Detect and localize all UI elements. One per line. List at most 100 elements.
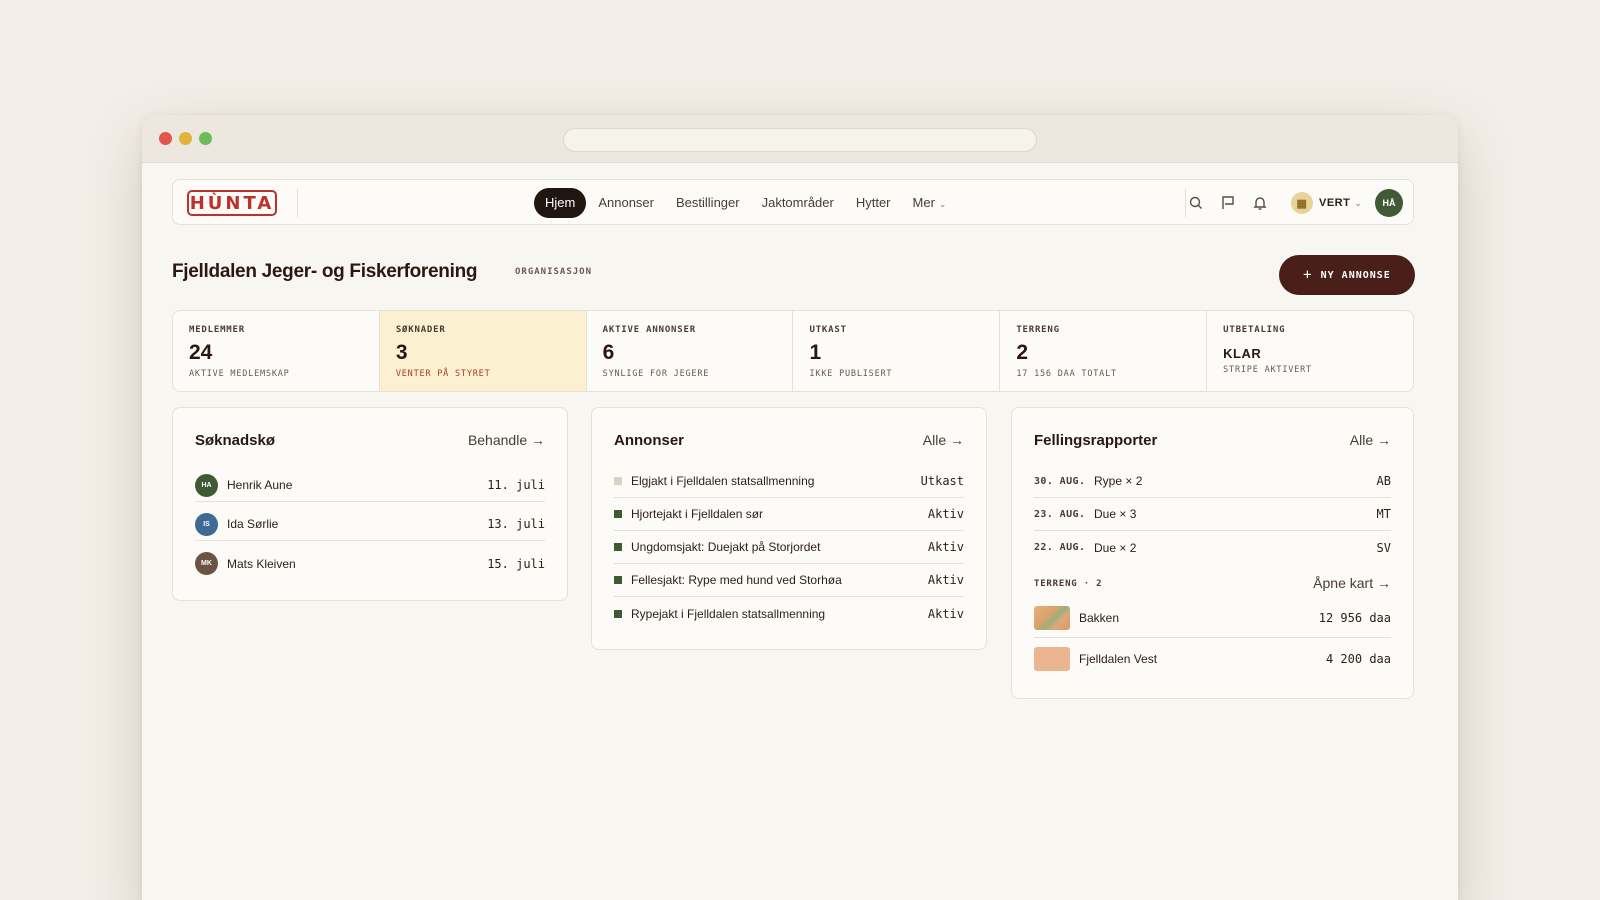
status-dot [614, 477, 622, 485]
report-catch: Rype × 2 [1094, 474, 1143, 488]
all-reports-link[interactable]: Alle → [1350, 432, 1391, 448]
new-listing-label: NY ANNONSE [1320, 269, 1391, 281]
status-badge: Aktiv [927, 540, 964, 554]
stat-label: MEDLEMMER [189, 325, 245, 335]
avatar: IS [195, 512, 218, 536]
stat-label: AKTIVE ANNONSER [602, 325, 696, 335]
terrain-header: TERRENG · 2 Åpne kart → [1034, 575, 1391, 593]
listing-name: Elgjakt i Fjelldalen statsallmenning [631, 474, 815, 488]
report-date: 23. AUG. [1034, 508, 1086, 520]
terrain-name: Bakken [1079, 611, 1120, 625]
all-listings-link[interactable]: Alle → [923, 432, 964, 448]
address-bar[interactable] [563, 128, 1037, 152]
divider [1185, 189, 1186, 217]
nav-item-bestillinger[interactable]: Bestillinger [666, 188, 750, 218]
stat-value: KLAR [1223, 346, 1262, 361]
table-row[interactable]: 30. AUG. Rype × 2 AB [1034, 465, 1391, 498]
reporter-initials: SV [1376, 540, 1391, 555]
report-date: 30. AUG. [1034, 475, 1086, 487]
table-row[interactable]: 22. AUG. Due × 2 SV [1034, 531, 1391, 564]
table-row[interactable]: Ungdomsjakt: Duejakt på Storjordet Aktiv [614, 531, 964, 564]
report-catch: Due × 3 [1094, 507, 1137, 521]
card-header: Fellingsrapporter Alle → [1034, 432, 1391, 452]
application-date: 15. juli [487, 556, 545, 571]
user-avatar[interactable]: HÅ [1375, 189, 1403, 217]
stat-drafts[interactable]: UTKAST 1 IKKE PUBLISERT [793, 311, 1001, 391]
maximize-window-button[interactable] [199, 132, 212, 145]
listing-name: Ungdomsjakt: Duejakt på Storjordet [631, 540, 821, 554]
process-link[interactable]: Behandle → [468, 432, 545, 448]
applicant-name: Ida Sørlie [227, 517, 279, 531]
stat-sub: 17 156 DAA TOTALT [1016, 369, 1117, 379]
card-header: Annonser Alle → [614, 432, 964, 452]
open-map-link[interactable]: Åpne kart → [1313, 575, 1391, 591]
stat-applications[interactable]: SØKNADER 3 VENTER PÅ STYRET [379, 311, 587, 391]
table-row[interactable]: Fellesjakt: Rype med hund ved Storhøa Ak… [614, 564, 964, 597]
stat-sub: STRIPE AKTIVERT [1223, 365, 1312, 375]
host-label: VERT [1319, 197, 1351, 209]
minimize-window-button[interactable] [179, 132, 192, 145]
list-item[interactable]: HA Henrik Aune 11. juli [195, 469, 545, 502]
stat-active-listings[interactable]: AKTIVE ANNONSER 6 SYNLIGE FOR JEGERE [587, 311, 794, 391]
avatar: MK [195, 552, 218, 575]
close-window-button[interactable] [159, 132, 172, 145]
status-badge: Aktiv [927, 507, 964, 521]
new-listing-button[interactable]: + NY ANNONSE [1279, 255, 1415, 295]
nav-item-hjem[interactable]: Hjem [534, 188, 587, 218]
stat-value: 24 [189, 341, 213, 364]
status-dot [614, 576, 622, 584]
stat-payout[interactable]: UTBETALING KLAR STRIPE AKTIVERT [1207, 311, 1413, 391]
bell-icon[interactable] [1251, 194, 1269, 212]
status-badge: Utkast [920, 474, 964, 488]
nav-item-annonser[interactable]: Annonser [588, 188, 664, 218]
list-item[interactable]: Bakken 12 956 daa [1034, 599, 1391, 638]
application-queue-card: Søknadskø Behandle → HA Henrik Aune 11. … [172, 407, 568, 601]
stat-label: TERRENG [1016, 325, 1060, 335]
stat-label: SØKNADER [395, 325, 446, 335]
stat-value: 6 [602, 341, 615, 364]
nav-item-hytter[interactable]: Hytter [846, 188, 901, 218]
org-type-tag: ORGANISASJON [515, 267, 593, 277]
avatar: HA [195, 473, 218, 497]
nav-item-jaktomrader[interactable]: Jaktområder [752, 188, 844, 218]
nav-item-mer-label: Mer [912, 195, 935, 210]
table-row[interactable]: Elgjakt i Fjelldalen statsallmenning Utk… [614, 465, 964, 498]
table-row[interactable]: Hjortejakt i Fjelldalen sør Aktiv [614, 498, 964, 531]
card-title: Søknadskø [195, 432, 276, 449]
app-navbar: HÙNTA Hjem Annonser Bestillinger Jaktomr… [172, 179, 1414, 225]
table-row[interactable]: Rypejakt i Fjelldalen statsallmenning Ak… [614, 597, 964, 630]
terrain-label: TERRENG · 2 [1034, 579, 1103, 589]
stat-terrain[interactable]: TERRENG 2 17 156 DAA TOTALT [1000, 311, 1208, 391]
terrain-name: Fjelldalen Vest [1079, 652, 1158, 666]
status-badge: Aktiv [927, 606, 964, 621]
search-icon[interactable] [1187, 194, 1205, 212]
chevron-down-icon: ⌄ [1354, 197, 1363, 208]
status-dot [614, 510, 622, 518]
reporter-initials: MT [1376, 507, 1391, 521]
listing-name: Rypejakt i Fjelldalen statsallmenning [631, 606, 826, 621]
report-catch: Due × 2 [1094, 540, 1137, 555]
browser-titlebar [142, 115, 1458, 163]
stats-row: MEDLEMMER 24 AKTIVE MEDLEMSKAP SØKNADER … [172, 310, 1414, 392]
host-switcher[interactable]: ▦ VERT ⌄ [1291, 191, 1362, 215]
stat-members[interactable]: MEDLEMMER 24 AKTIVE MEDLEMSKAP [173, 311, 380, 391]
application-date: 11. juli [487, 478, 545, 492]
stat-sub: SYNLIGE FOR JEGERE [602, 369, 710, 379]
card-header: Søknadskø Behandle → [195, 432, 545, 452]
terrain-area: 4 200 daa [1325, 652, 1391, 666]
logo[interactable]: HÙNTA [187, 190, 277, 216]
listing-name: Fellesjakt: Rype med hund ved Storhøa [631, 573, 842, 587]
list-item[interactable]: IS Ida Sørlie 13. juli [195, 508, 545, 541]
nav-item-mer[interactable]: Mer ⌄ [903, 188, 957, 218]
stat-sub: IKKE PUBLISERT [809, 369, 893, 379]
list-item[interactable]: Fjelldalen Vest 4 200 daa [1034, 639, 1391, 679]
list-item[interactable]: MK Mats Kleiven 15. juli [195, 547, 545, 580]
applicant-name: Henrik Aune [227, 478, 293, 492]
stat-sub: VENTER PÅ STYRET [395, 369, 491, 379]
flag-icon[interactable] [1219, 194, 1237, 212]
card-title: Fellingsrapporter [1034, 432, 1158, 449]
card-title: Annonser [614, 432, 685, 449]
stat-value: 2 [1016, 341, 1028, 364]
listing-name: Hjortejakt i Fjelldalen sør [631, 507, 764, 521]
table-row[interactable]: 23. AUG. Due × 3 MT [1034, 498, 1391, 531]
